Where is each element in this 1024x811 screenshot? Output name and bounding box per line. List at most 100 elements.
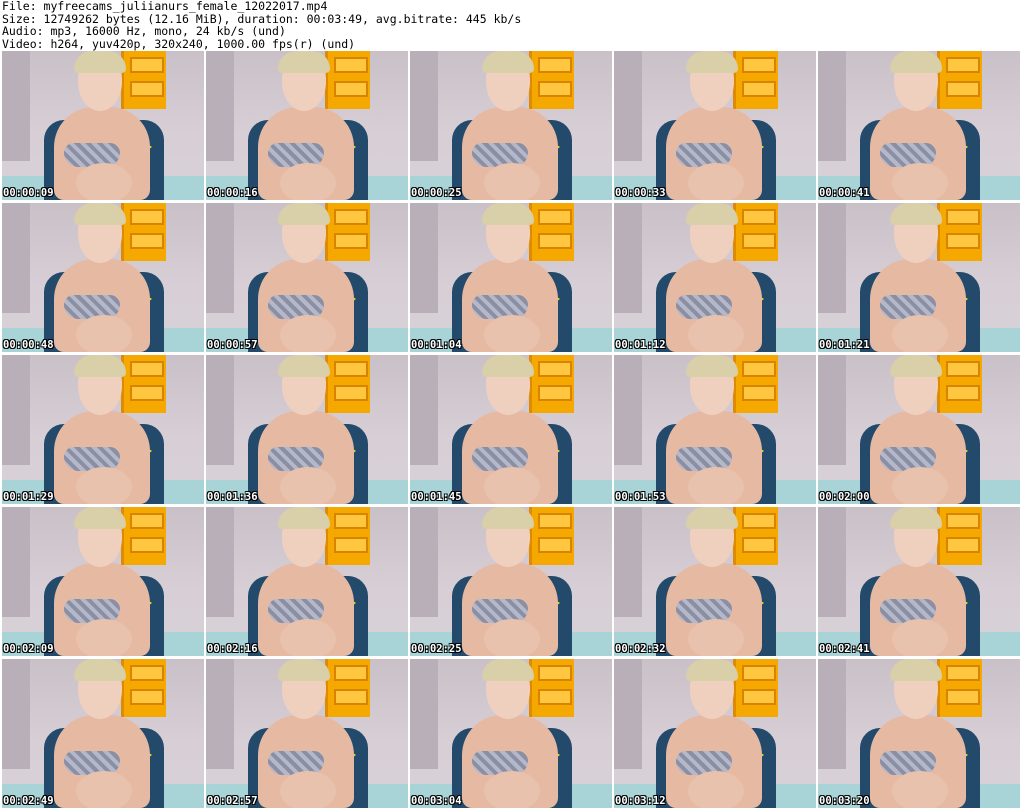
person-knee <box>76 163 132 200</box>
orange-shelf <box>937 51 982 109</box>
person-knee <box>892 619 948 656</box>
person-knee <box>76 771 132 808</box>
person-hair <box>686 507 738 529</box>
person-knee <box>484 315 540 352</box>
thumbnail-timestamp: 00:00:41 <box>819 187 870 199</box>
orange-shelf <box>529 203 574 261</box>
wall-panel <box>614 203 642 313</box>
video-thumbnail: 00:00:48 <box>2 203 204 352</box>
orange-shelf <box>937 659 982 717</box>
thumbnail-timestamp: 00:01:04 <box>411 339 462 351</box>
video-thumbnail: 00:00:16 <box>206 51 408 200</box>
orange-shelf <box>937 507 982 565</box>
wall-panel <box>2 507 30 617</box>
orange-shelf <box>325 659 370 717</box>
person-hair <box>890 507 942 529</box>
person-knee <box>280 467 336 504</box>
orange-shelf <box>121 355 166 413</box>
person-hair <box>482 659 534 681</box>
thumbnail-timestamp: 00:01:53 <box>615 491 666 503</box>
audio-info-line: Audio: mp3, 16000 Hz, mono, 24 kb/s (und… <box>2 24 286 38</box>
orange-shelf <box>733 203 778 261</box>
video-thumbnail: 00:01:12 <box>614 203 816 352</box>
thumbnail-timestamp: 00:02:16 <box>207 643 258 655</box>
video-thumbnail: 00:02:32 <box>614 507 816 656</box>
wall-panel <box>2 203 30 313</box>
video-thumbnail: 00:03:20 <box>818 659 1020 808</box>
person-knee <box>688 619 744 656</box>
video-thumbnail: 00:01:45 <box>410 355 612 504</box>
person-knee <box>892 771 948 808</box>
person-hair <box>74 203 126 225</box>
thumbnail-timestamp: 00:00:09 <box>3 187 54 199</box>
file-info-header: File: myfreecams_juliianurs_female_12022… <box>2 0 1022 50</box>
person-knee <box>484 619 540 656</box>
thumbnail-timestamp: 00:03:04 <box>411 795 462 807</box>
person-knee <box>76 619 132 656</box>
thumbnail-timestamp: 00:02:25 <box>411 643 462 655</box>
person-hair <box>890 659 942 681</box>
wall-panel <box>206 355 234 465</box>
video-thumbnail: 00:00:25 <box>410 51 612 200</box>
thumbnail-timestamp: 00:02:57 <box>207 795 258 807</box>
person-hair <box>890 355 942 377</box>
video-thumbnail: 00:02:25 <box>410 507 612 656</box>
video-thumbnail: 00:00:41 <box>818 51 1020 200</box>
video-thumbnail: 00:01:04 <box>410 203 612 352</box>
wall-panel <box>2 659 30 769</box>
wall-panel <box>410 659 438 769</box>
person-knee <box>688 467 744 504</box>
wall-panel <box>818 659 846 769</box>
thumbnail-timestamp: 00:03:12 <box>615 795 666 807</box>
orange-shelf <box>529 355 574 413</box>
wall-panel <box>410 507 438 617</box>
person-hair <box>686 203 738 225</box>
video-info-line: Video: h264, yuv420p, 320x240, 1000.00 f… <box>2 36 356 51</box>
wall-panel <box>818 507 846 617</box>
thumbnail-timestamp: 00:00:33 <box>615 187 666 199</box>
orange-shelf <box>325 355 370 413</box>
orange-shelf <box>121 659 166 717</box>
video-thumbnail: 00:02:16 <box>206 507 408 656</box>
person-hair <box>74 659 126 681</box>
wall-panel <box>614 507 642 617</box>
thumbnail-grid: 00:00:09 00:00:16 00:00:25 00:00:33 00:00:41… <box>2 51 1024 811</box>
thumbnail-timestamp: 00:01:45 <box>411 491 462 503</box>
wall-panel <box>2 51 30 161</box>
person-knee <box>280 619 336 656</box>
wall-panel <box>206 659 234 769</box>
person-hair <box>686 355 738 377</box>
thumbnail-timestamp: 00:02:32 <box>615 643 666 655</box>
person-hair <box>278 355 330 377</box>
video-thumbnail: 00:00:57 <box>206 203 408 352</box>
person-knee <box>484 467 540 504</box>
orange-shelf <box>937 355 982 413</box>
person-knee <box>76 315 132 352</box>
person-knee <box>280 315 336 352</box>
wall-panel <box>206 203 234 313</box>
orange-shelf <box>121 507 166 565</box>
video-thumbnail: 00:03:04 <box>410 659 612 808</box>
person-hair <box>278 507 330 529</box>
thumbnail-timestamp: 00:02:49 <box>3 795 54 807</box>
person-knee <box>892 163 948 200</box>
video-thumbnail: 00:02:09 <box>2 507 204 656</box>
video-thumbnail: 00:01:53 <box>614 355 816 504</box>
wall-panel <box>410 355 438 465</box>
person-hair <box>74 51 126 73</box>
video-thumbnail: 00:00:09 <box>2 51 204 200</box>
wall-panel <box>614 51 642 161</box>
person-knee <box>280 163 336 200</box>
wall-panel <box>818 203 846 313</box>
video-thumbnail: 00:01:21 <box>818 203 1020 352</box>
person-knee <box>688 771 744 808</box>
person-hair <box>278 203 330 225</box>
person-knee <box>280 771 336 808</box>
orange-shelf <box>529 51 574 109</box>
thumbnail-timestamp: 00:02:41 <box>819 643 870 655</box>
wall-panel <box>410 51 438 161</box>
orange-shelf <box>733 355 778 413</box>
person-hair <box>482 203 534 225</box>
thumbnail-timestamp: 00:01:36 <box>207 491 258 503</box>
thumbnail-timestamp: 00:01:21 <box>819 339 870 351</box>
